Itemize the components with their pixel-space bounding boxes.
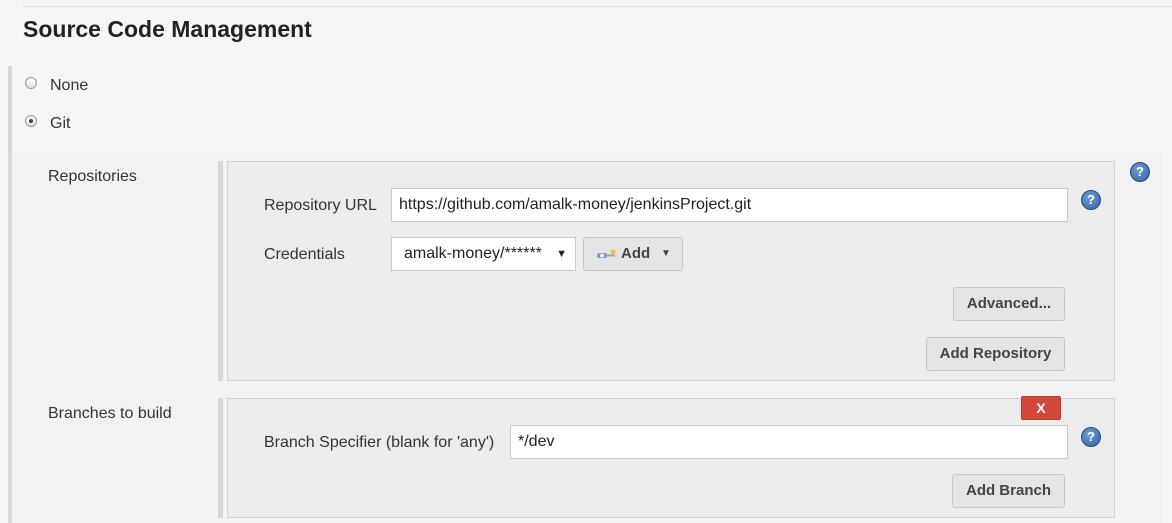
git-radio-label[interactable]: Git xyxy=(50,115,70,133)
none-radio-label[interactable]: None xyxy=(50,77,88,95)
credentials-select[interactable]: amalk-money/****** ▼ xyxy=(391,237,576,271)
add-repository-button[interactable]: Add Repository xyxy=(926,337,1065,371)
add-branch-button[interactable]: Add Branch xyxy=(952,474,1065,508)
add-credentials-button[interactable]: Add ▼ xyxy=(583,237,683,271)
select-arrow-icon: ▼ xyxy=(556,248,567,260)
repository-url-label: Repository URL xyxy=(264,197,377,214)
git-help-icon[interactable]: ? xyxy=(1130,162,1150,182)
none-radio[interactable] xyxy=(25,77,37,89)
credentials-label: Credentials xyxy=(264,246,345,263)
repositories-label: Repositories xyxy=(48,168,137,185)
add-credentials-label: Add xyxy=(621,245,651,262)
repository-url-help-icon[interactable]: ? xyxy=(1081,190,1101,210)
section-title: Source Code Management xyxy=(23,16,312,42)
top-divider xyxy=(22,6,1172,7)
chevron-down-icon: ▼ xyxy=(661,248,671,259)
git-radio[interactable] xyxy=(25,115,37,127)
credentials-selected-value: amalk-money/****** xyxy=(404,245,542,262)
advanced-button[interactable]: Advanced... xyxy=(953,287,1065,321)
repositories-bar xyxy=(218,161,223,381)
branches-label: Branches to build xyxy=(48,405,172,422)
key-icon xyxy=(597,249,616,258)
branch-specifier-input[interactable]: */dev xyxy=(510,425,1068,459)
branches-bar xyxy=(218,398,223,518)
branch-specifier-help-icon[interactable]: ? xyxy=(1081,427,1101,447)
branch-specifier-label: Branch Specifier (blank for 'any') xyxy=(264,434,495,451)
delete-branch-button[interactable]: X xyxy=(1021,396,1061,420)
repository-url-input[interactable]: https://github.com/amalk-money/jenkinsPr… xyxy=(391,188,1068,222)
